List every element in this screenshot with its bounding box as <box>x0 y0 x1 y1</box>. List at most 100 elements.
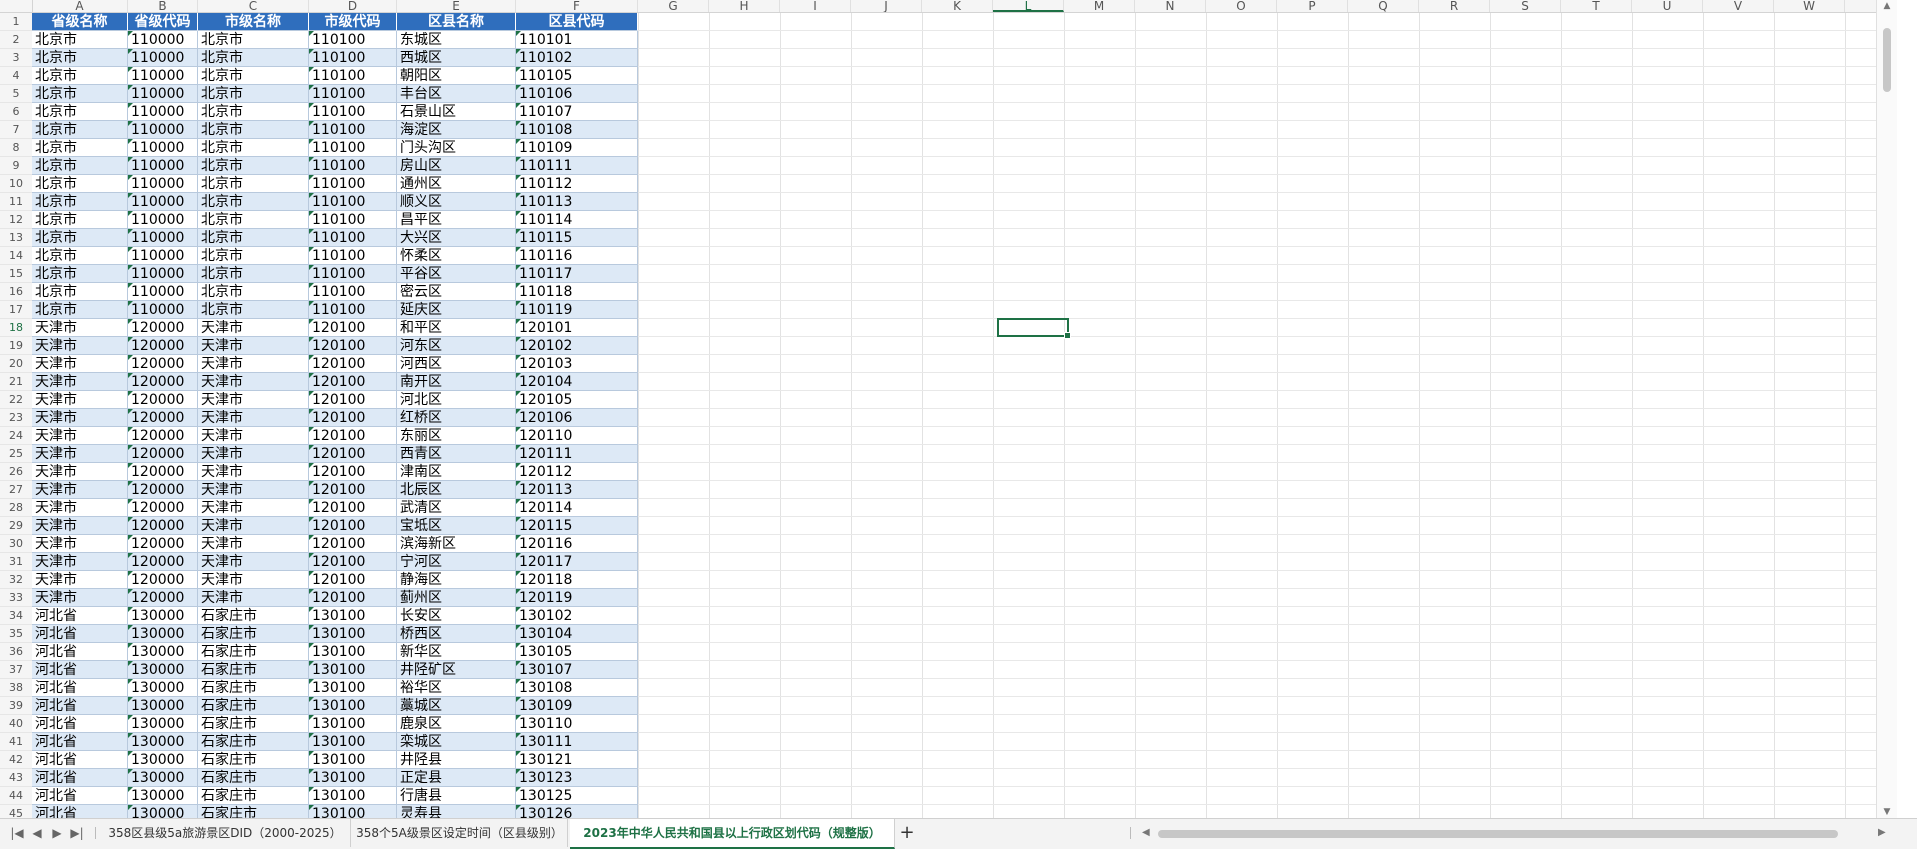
table-cell[interactable]: 武清区 <box>397 499 516 517</box>
row-header-42[interactable]: 42 <box>0 751 32 769</box>
table-cell[interactable]: 天津市 <box>32 589 128 607</box>
table-cell[interactable]: 130000 <box>128 805 198 818</box>
table-cell[interactable]: 北京市 <box>198 193 309 211</box>
table-cell[interactable]: 110100 <box>309 49 397 67</box>
table-cell[interactable]: 120000 <box>128 553 198 571</box>
table-cell[interactable]: 110100 <box>309 103 397 121</box>
table-cell[interactable]: 滨海新区 <box>397 535 516 553</box>
table-cell[interactable]: 110000 <box>128 31 198 49</box>
row-header-28[interactable]: 28 <box>0 499 32 517</box>
table-cell[interactable]: 北辰区 <box>397 481 516 499</box>
column-header-F[interactable]: F <box>516 0 638 12</box>
table-cell[interactable]: 宁河区 <box>397 553 516 571</box>
table-cell[interactable]: 120000 <box>128 337 198 355</box>
table-cell[interactable]: 120112 <box>516 463 638 481</box>
table-cell[interactable]: 110000 <box>128 283 198 301</box>
table-cell[interactable]: 130125 <box>516 787 638 805</box>
table-cell[interactable]: 北京市 <box>32 67 128 85</box>
table-cell[interactable]: 120116 <box>516 535 638 553</box>
row-header-27[interactable]: 27 <box>0 481 32 499</box>
column-header-J[interactable]: J <box>851 0 922 12</box>
table-cell[interactable]: 110000 <box>128 247 198 265</box>
table-cell[interactable]: 鹿泉区 <box>397 715 516 733</box>
table-cell[interactable]: 120103 <box>516 355 638 373</box>
next-sheet-icon[interactable]: ▶ <box>50 825 64 841</box>
table-cell[interactable]: 120000 <box>128 535 198 553</box>
table-cell[interactable]: 大兴区 <box>397 229 516 247</box>
table-cell[interactable]: 北京市 <box>32 265 128 283</box>
row-header-37[interactable]: 37 <box>0 661 32 679</box>
table-cell[interactable]: 110000 <box>128 49 198 67</box>
table-cell[interactable]: 120000 <box>128 391 198 409</box>
row-header-24[interactable]: 24 <box>0 427 32 445</box>
header-cell[interactable]: 区县名称 <box>397 13 516 31</box>
table-cell[interactable]: 110100 <box>309 67 397 85</box>
table-cell[interactable]: 河北省 <box>32 679 128 697</box>
table-cell[interactable]: 110100 <box>309 301 397 319</box>
table-cell[interactable]: 天津市 <box>198 409 309 427</box>
table-cell[interactable]: 天津市 <box>198 463 309 481</box>
table-cell[interactable]: 北京市 <box>198 211 309 229</box>
row-header-25[interactable]: 25 <box>0 445 32 463</box>
table-cell[interactable]: 石家庄市 <box>198 787 309 805</box>
row-header-17[interactable]: 17 <box>0 301 32 319</box>
table-cell[interactable]: 石家庄市 <box>198 715 309 733</box>
table-cell[interactable]: 北京市 <box>198 85 309 103</box>
table-cell[interactable]: 河东区 <box>397 337 516 355</box>
row-header-30[interactable]: 30 <box>0 535 32 553</box>
spreadsheet-grid[interactable]: ABCDEFGHIJKLMNOPQRSTUVWX 123456789101112… <box>0 0 1897 818</box>
table-cell[interactable]: 110117 <box>516 265 638 283</box>
row-header-38[interactable]: 38 <box>0 679 32 697</box>
table-cell[interactable]: 井陉矿区 <box>397 661 516 679</box>
column-header-A[interactable]: A <box>32 0 128 12</box>
table-cell[interactable]: 120100 <box>309 355 397 373</box>
table-cell[interactable]: 110000 <box>128 103 198 121</box>
table-cell[interactable]: 北京市 <box>32 229 128 247</box>
table-cell[interactable]: 河北省 <box>32 733 128 751</box>
header-cell[interactable]: 市级名称 <box>198 13 309 31</box>
table-cell[interactable]: 北京市 <box>198 157 309 175</box>
table-cell[interactable]: 110000 <box>128 229 198 247</box>
table-cell[interactable]: 110100 <box>309 265 397 283</box>
table-cell[interactable]: 延庆区 <box>397 301 516 319</box>
table-cell[interactable]: 110105 <box>516 67 638 85</box>
prev-sheet-icon[interactable]: ◀ <box>30 825 44 841</box>
table-cell[interactable]: 北京市 <box>32 193 128 211</box>
table-cell[interactable]: 110100 <box>309 193 397 211</box>
table-cell[interactable]: 石家庄市 <box>198 607 309 625</box>
table-cell[interactable]: 130100 <box>309 751 397 769</box>
row-header-32[interactable]: 32 <box>0 571 32 589</box>
table-cell[interactable]: 130100 <box>309 769 397 787</box>
column-header-O[interactable]: O <box>1206 0 1277 12</box>
table-cell[interactable]: 天津市 <box>198 445 309 463</box>
table-cell[interactable]: 天津市 <box>198 553 309 571</box>
table-cell[interactable]: 110000 <box>128 139 198 157</box>
row-header-44[interactable]: 44 <box>0 787 32 805</box>
table-cell[interactable]: 天津市 <box>198 427 309 445</box>
row-header-19[interactable]: 19 <box>0 337 32 355</box>
row-header-3[interactable]: 3 <box>0 49 32 67</box>
table-cell[interactable]: 120000 <box>128 445 198 463</box>
table-cell[interactable]: 北京市 <box>198 283 309 301</box>
table-cell[interactable]: 北京市 <box>198 301 309 319</box>
table-cell[interactable]: 石家庄市 <box>198 769 309 787</box>
table-cell[interactable]: 朝阳区 <box>397 67 516 85</box>
table-cell[interactable]: 和平区 <box>397 319 516 337</box>
table-cell[interactable]: 蓟州区 <box>397 589 516 607</box>
table-cell[interactable]: 石家庄市 <box>198 643 309 661</box>
table-cell[interactable]: 西城区 <box>397 49 516 67</box>
table-cell[interactable]: 120000 <box>128 571 198 589</box>
table-cell[interactable]: 北京市 <box>32 211 128 229</box>
table-cell[interactable]: 120119 <box>516 589 638 607</box>
table-cell[interactable]: 130108 <box>516 679 638 697</box>
table-cell[interactable]: 天津市 <box>32 391 128 409</box>
table-cell[interactable]: 行唐县 <box>397 787 516 805</box>
table-cell[interactable]: 110106 <box>516 85 638 103</box>
row-header-1[interactable]: 1 <box>0 13 32 31</box>
table-cell[interactable]: 110000 <box>128 193 198 211</box>
table-cell[interactable]: 石家庄市 <box>198 625 309 643</box>
table-cell[interactable]: 北京市 <box>198 49 309 67</box>
table-cell[interactable]: 天津市 <box>32 571 128 589</box>
table-cell[interactable]: 石家庄市 <box>198 679 309 697</box>
table-cell[interactable]: 河北省 <box>32 607 128 625</box>
